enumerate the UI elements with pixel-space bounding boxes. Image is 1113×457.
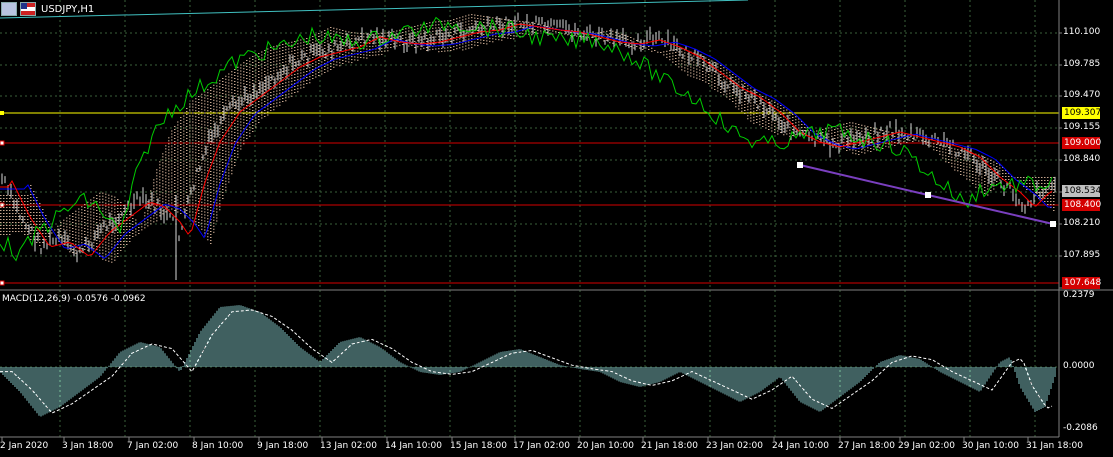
price-axis-label: 109.470 — [1063, 90, 1101, 100]
macd-axis-label: -0.2086 — [1063, 423, 1098, 433]
time-axis-label: 15 Jan 18:00 — [450, 441, 507, 451]
macd-signal-line — [0, 309, 1053, 414]
time-axis-label: 21 Jan 18:00 — [641, 441, 698, 451]
red-low-level-tag: 107.648 — [1062, 277, 1102, 289]
time-axis-label: 24 Jan 10:00 — [772, 441, 829, 451]
trend-anchor-1[interactable] — [797, 162, 803, 168]
time-axis-label: 31 Jan 18:00 — [1026, 441, 1083, 451]
current-price-tag: 108.534 — [1062, 185, 1102, 197]
price-axis-label: 107.895 — [1063, 250, 1101, 260]
time-axis-label: 30 Jan 10:00 — [962, 441, 1019, 451]
trend-anchor-2[interactable] — [925, 192, 931, 198]
red-top-anchor[interactable] — [0, 140, 5, 146]
price-axis-label: 108.840 — [1063, 154, 1101, 164]
time-axis-label: 7 Jan 02:00 — [127, 441, 179, 451]
time-axis-label: 29 Jan 02:00 — [898, 441, 955, 451]
macd-axis-label: 0.2379 — [1063, 290, 1095, 300]
axis-ticks — [1, 32, 1062, 441]
time-axis-label: 14 Jan 10:00 — [385, 441, 442, 451]
yellow-level-tag: 109.307 — [1062, 107, 1102, 119]
chart-window-icon[interactable] — [1, 2, 17, 16]
time-axis-label: 8 Jan 10:00 — [192, 441, 244, 451]
time-axis-label: 13 Jan 02:00 — [320, 441, 377, 451]
time-axis-label: 2 Jan 2020 — [0, 441, 49, 451]
time-axis-label: 27 Jan 18:00 — [838, 441, 895, 451]
time-axis-label: 20 Jan 10:00 — [577, 441, 634, 451]
us-flag-icon — [20, 2, 36, 16]
chart-header: USDJPY,H1 — [1, 1, 94, 17]
macd-axis-label: 0.0000 — [1063, 361, 1095, 371]
time-axis-label: 9 Jan 18:00 — [257, 441, 309, 451]
time-axis-label: 17 Jan 02:00 — [513, 441, 570, 451]
macd-indicator-label: MACD(12,26,9) -0.0576 -0.0962 — [2, 294, 146, 304]
red-low-anchor[interactable] — [0, 280, 5, 286]
chart-canvas[interactable] — [0, 0, 1113, 457]
price-bars — [1, 12, 1056, 280]
time-axis-label: 3 Jan 18:00 — [62, 441, 114, 451]
time-axis-label: 23 Jan 02:00 — [706, 441, 763, 451]
red-mid-level-tag: 108.400 — [1062, 199, 1102, 211]
yellow-level-anchor[interactable] — [0, 111, 4, 115]
grid-lines — [0, 0, 1059, 437]
price-axis-label: 109.785 — [1063, 59, 1101, 69]
price-axis-label: 108.210 — [1063, 218, 1101, 228]
symbol-title: USDJPY,H1 — [41, 3, 95, 15]
red-top-level-tag: 109.000 — [1062, 137, 1102, 149]
trend-anchor-3[interactable] — [1050, 221, 1056, 227]
price-axis-label: 109.155 — [1063, 122, 1101, 132]
price-axis-label: 110.100 — [1063, 27, 1101, 37]
cyan-trend-line[interactable] — [0, 0, 749, 19]
